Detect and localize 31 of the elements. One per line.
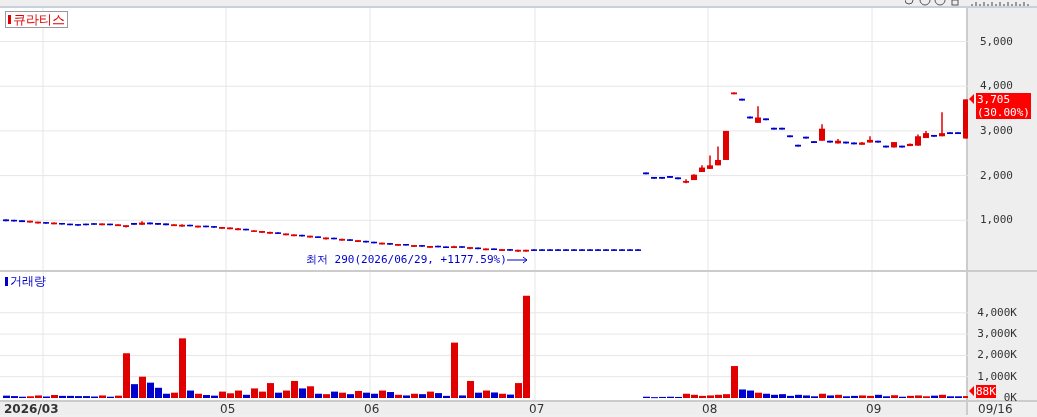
current-price: 3,705 [977,93,1012,107]
axis-label: 0K [1003,391,1017,404]
stock-name: 큐라티스 [5,11,68,28]
last-date-label: 09/16 [977,402,1013,415]
date-label: 08 [702,402,718,416]
date-label: 05 [220,402,236,416]
arrow-icon [506,255,529,264]
volume-pointer-icon [969,386,974,396]
toolbar-icon[interactable] [905,0,959,6]
date-label: 07 [529,402,545,416]
axis-label: 1,000K [977,369,1017,383]
lowest-price-note: 최저 290(2026/06/29, +1177.59%) [306,253,507,266]
axis-label: 2,000 [979,168,1013,182]
date-label: 06 [364,402,380,416]
axis-label: 5,000 [979,34,1013,48]
axis-label: 3,000K [977,327,1017,341]
candlestick [939,111,945,138]
date-label: 09 [866,402,882,416]
axis-label: 4,000K [977,305,1017,319]
axis-label: 2,000K [977,348,1017,362]
price-pointer-icon [969,94,974,105]
axis-label: 3,000 [979,123,1013,137]
axis-label: 4,000 [979,79,1013,93]
candlestick [755,105,761,124]
price-change: (30.00%) [977,106,1030,120]
ruler-icon [971,1,1031,6]
candlestick [707,154,713,170]
current-volume: 88K [976,385,996,398]
date-label: 2026/03 [4,402,59,416]
volume-title: 거래량 [5,274,46,288]
axis-label: 1,000 [979,213,1013,227]
